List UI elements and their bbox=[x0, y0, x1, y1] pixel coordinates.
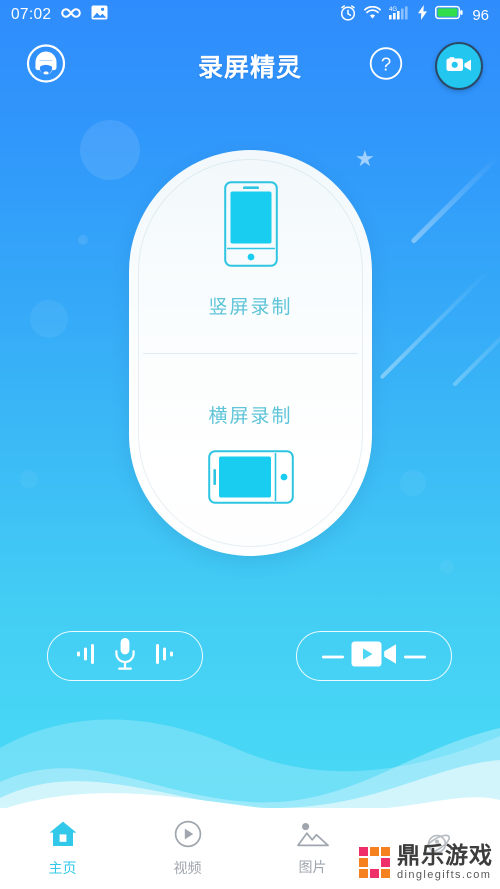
video-record-button[interactable] bbox=[296, 631, 452, 681]
decor-bubble bbox=[78, 235, 88, 245]
portrait-phone-icon bbox=[223, 180, 278, 272]
nav-item-video[interactable]: 视频 bbox=[125, 808, 250, 889]
question-mark-icon[interactable]: ? bbox=[369, 47, 403, 86]
app-header: 录屏精灵 ? bbox=[0, 30, 500, 102]
portrait-record-label: 竖屏录制 bbox=[208, 296, 293, 318]
battery-percent: 96 bbox=[472, 6, 489, 24]
nav-label-home: 主页 bbox=[48, 859, 77, 876]
alarm-clock-icon bbox=[340, 4, 356, 26]
video-camera-icon bbox=[446, 54, 472, 79]
watermark-text: 鼎乐游戏 dinglegifts.com bbox=[397, 844, 493, 881]
svg-text:?: ? bbox=[381, 54, 391, 75]
sound-wave-right-icon bbox=[145, 641, 175, 672]
screenshot-image-icon bbox=[91, 5, 108, 25]
status-bar-left: 07:02 bbox=[11, 5, 108, 25]
status-bar: 07:02 4G 96 bbox=[0, 0, 500, 30]
nav-item-home[interactable]: 主页 bbox=[0, 808, 125, 889]
decor-bubble bbox=[440, 560, 454, 574]
page-title: 录屏精灵 bbox=[197, 54, 302, 82]
svg-text:4G: 4G bbox=[389, 7, 397, 13]
nav-label-images: 图片 bbox=[298, 858, 327, 875]
charging-bolt-icon bbox=[418, 5, 428, 25]
nav-label-video: 视频 bbox=[173, 859, 202, 876]
decor-shooting-star bbox=[410, 155, 499, 245]
card-divider bbox=[143, 353, 358, 354]
home-icon bbox=[48, 820, 78, 853]
watermark-title: 鼎乐游戏 bbox=[397, 842, 493, 868]
audio-record-button[interactable] bbox=[47, 631, 203, 681]
app-screen: ★ 07:02 4G 96 录屏精灵 ? 竖屏录制 横屏录制 主页 视频 图片 … bbox=[0, 0, 500, 889]
image-mountain-icon bbox=[296, 821, 329, 852]
dash-right-icon bbox=[404, 647, 426, 665]
decor-bubble bbox=[30, 300, 68, 338]
play-circle-icon bbox=[174, 820, 202, 853]
nav-item-images[interactable]: 图片 bbox=[250, 808, 375, 889]
watermark: 鼎乐游戏 dinglegifts.com bbox=[359, 844, 493, 881]
wifi-icon bbox=[364, 5, 382, 25]
status-time: 07:02 bbox=[11, 6, 52, 23]
portrait-record-option[interactable]: 竖屏录制 bbox=[129, 150, 372, 353]
record-video-button[interactable] bbox=[435, 42, 483, 90]
landscape-phone-icon bbox=[207, 449, 294, 509]
watermark-logo-icon bbox=[359, 847, 390, 878]
recording-mode-card: 竖屏录制 横屏录制 bbox=[129, 150, 372, 556]
infinity-icon bbox=[60, 6, 82, 25]
landscape-record-option[interactable]: 横屏录制 bbox=[129, 353, 372, 556]
dash-left-icon bbox=[322, 647, 344, 665]
status-bar-right: 4G 96 bbox=[340, 4, 489, 26]
video-play-camera-icon bbox=[351, 639, 397, 674]
signal-4g-icon: 4G bbox=[389, 5, 410, 25]
watermark-subtitle: dinglegifts.com bbox=[397, 869, 492, 881]
landscape-record-label: 横屏录制 bbox=[208, 405, 293, 427]
decor-bubble bbox=[20, 470, 38, 488]
battery-icon bbox=[435, 5, 463, 25]
decor-shooting-star bbox=[452, 313, 500, 387]
decor-bubble bbox=[400, 470, 426, 496]
microphone-icon bbox=[112, 637, 138, 676]
sound-wave-left-icon bbox=[75, 641, 105, 672]
